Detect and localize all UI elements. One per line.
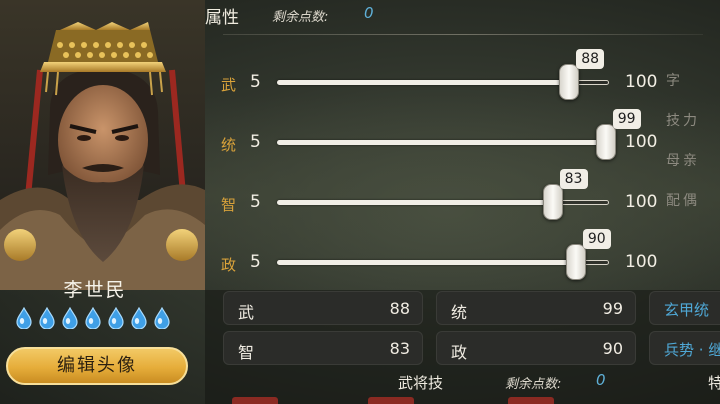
stat-label: 智 bbox=[238, 343, 255, 362]
star-drop-icon bbox=[62, 307, 78, 329]
attributes-title: 属性 bbox=[205, 8, 239, 28]
attribute-slider-track[interactable] bbox=[277, 260, 576, 265]
stat-value: 99 bbox=[602, 299, 623, 318]
stat-cell-tong: 统 99 bbox=[436, 291, 636, 325]
attribute-slider-track[interactable] bbox=[277, 80, 570, 85]
skills-title: 武将技 bbox=[398, 374, 444, 392]
star-drop-icon bbox=[16, 307, 32, 329]
skill-slot[interactable] bbox=[232, 397, 278, 404]
attribute-slider-track[interactable] bbox=[277, 140, 606, 145]
star-drop-icon bbox=[85, 307, 101, 329]
stat-label: 武 bbox=[238, 303, 255, 322]
remaining-points-label: 剩余点数: bbox=[272, 10, 329, 25]
hero-portrait-art bbox=[0, 22, 205, 290]
attributes-panel: 属性 剩余点数: 0 武 5 88 100 统 5 99 100 智 5 83 … bbox=[205, 0, 720, 290]
attribute-label: 政 bbox=[221, 256, 237, 274]
attribute-row-zheng: 政 5 90 100 bbox=[205, 229, 685, 282]
hero-name: 李世民 bbox=[63, 279, 127, 301]
stat-label: 统 bbox=[451, 303, 468, 322]
star-drop-icon bbox=[131, 307, 147, 329]
attribute-base: 5 bbox=[250, 132, 261, 152]
title-divider bbox=[223, 34, 703, 35]
trait-tag-xuanjia[interactable]: 玄甲统 bbox=[649, 291, 720, 325]
special-label: 特 bbox=[708, 374, 720, 392]
attribute-max: 100 bbox=[625, 252, 658, 272]
stat-cell-zheng: 政 90 bbox=[436, 331, 636, 365]
attribute-value-bubble: 88 bbox=[576, 49, 605, 69]
side-tag-mother[interactable]: 母亲 bbox=[666, 150, 700, 170]
trait-tag-text: 玄甲统 bbox=[664, 301, 710, 319]
trait-tag-text: 兵势 · 继 bbox=[664, 341, 720, 359]
skills-remaining-label: 剩余点数: bbox=[505, 377, 562, 392]
hero-portrait bbox=[0, 0, 205, 290]
side-tag-spouse[interactable]: 配偶 bbox=[666, 190, 700, 210]
trait-tag-bingshi[interactable]: 兵势 · 继 bbox=[649, 331, 720, 365]
side-tag-zi[interactable]: 字 bbox=[666, 70, 683, 90]
attribute-slider-thumb[interactable]: 90 bbox=[565, 229, 611, 280]
attribute-row-tong: 统 5 99 100 bbox=[205, 109, 685, 162]
attribute-label: 统 bbox=[221, 136, 237, 154]
star-drop-icon bbox=[154, 307, 170, 329]
skill-slot[interactable] bbox=[368, 397, 414, 404]
stat-value: 90 bbox=[602, 339, 623, 358]
hero-star-rating bbox=[14, 307, 172, 329]
skills-remaining-value: 0 bbox=[596, 371, 606, 389]
attribute-base: 5 bbox=[250, 72, 261, 92]
attribute-value-bubble: 90 bbox=[582, 229, 611, 249]
attribute-value-bubble: 83 bbox=[559, 169, 588, 189]
attribute-slider-thumb[interactable]: 88 bbox=[559, 49, 605, 100]
attribute-value-bubble: 99 bbox=[612, 109, 641, 129]
skill-slot[interactable] bbox=[508, 397, 554, 404]
attribute-slider-thumb[interactable]: 99 bbox=[595, 109, 641, 160]
stat-value: 83 bbox=[389, 339, 410, 358]
stats-panel: 武 88 统 99 智 83 政 90 玄甲统 兵势 · 继 bbox=[205, 290, 720, 404]
remaining-points-value: 0 bbox=[364, 4, 374, 22]
edit-avatar-button[interactable]: 编辑头像 bbox=[6, 347, 188, 385]
star-drop-icon bbox=[39, 307, 55, 329]
attribute-row-zhi: 智 5 83 100 bbox=[205, 169, 685, 222]
attribute-base: 5 bbox=[250, 252, 261, 272]
attribute-max: 100 bbox=[625, 132, 658, 152]
star-drop-icon bbox=[108, 307, 124, 329]
attribute-max: 100 bbox=[625, 72, 658, 92]
stat-value: 88 bbox=[389, 299, 410, 318]
attribute-base: 5 bbox=[250, 192, 261, 212]
attribute-max: 100 bbox=[625, 192, 658, 212]
stat-label: 政 bbox=[451, 343, 468, 362]
attribute-slider-thumb[interactable]: 83 bbox=[542, 169, 588, 220]
attribute-row-wu: 武 5 88 100 bbox=[205, 49, 685, 102]
attribute-label: 智 bbox=[221, 196, 237, 214]
side-tag-jili[interactable]: 技力 bbox=[666, 110, 700, 130]
attribute-slider-track[interactable] bbox=[277, 200, 553, 205]
attribute-label: 武 bbox=[221, 76, 237, 94]
stat-cell-zhi: 智 83 bbox=[223, 331, 423, 365]
stat-cell-wu: 武 88 bbox=[223, 291, 423, 325]
